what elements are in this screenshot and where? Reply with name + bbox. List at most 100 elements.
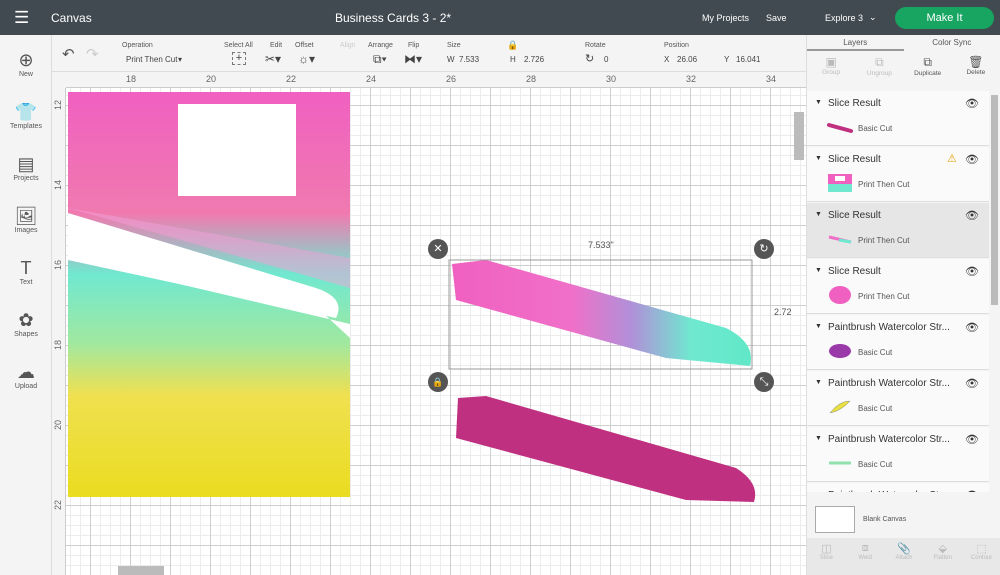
- layer-name: Slice Result: [828, 266, 881, 277]
- caret-down-icon[interactable]: ▼: [815, 435, 822, 442]
- align-label: Align: [340, 42, 356, 49]
- design-canvas[interactable]: 7.533" 2.72 ✕ ↻ 🔒 ⤡: [66, 88, 806, 575]
- layer-item[interactable]: ▼ Paintbrush Watercolor Str... 👁: [807, 483, 989, 492]
- horizontal-scrollbar[interactable]: [118, 566, 164, 575]
- layer-thumbnail: [827, 117, 853, 137]
- machine-select[interactable]: Explore 3: [825, 13, 863, 23]
- weld-button[interactable]: ⧈ Weld: [846, 538, 885, 575]
- width-dimension-label: 7.533": [588, 240, 614, 250]
- make-it-button[interactable]: Make It: [895, 7, 994, 29]
- layers-scrollbar[interactable]: [991, 95, 998, 305]
- vertical-scrollbar[interactable]: [794, 112, 804, 160]
- y-input[interactable]: 16.041: [736, 55, 760, 64]
- layer-name: Paintbrush Watercolor Str...: [828, 378, 950, 389]
- eye-icon[interactable]: 👁: [965, 377, 979, 390]
- dropdown-arrow-icon[interactable]: ▾: [178, 55, 182, 64]
- lock-handle-icon[interactable]: 🔒: [428, 372, 448, 392]
- magenta-stroke[interactable]: [456, 396, 756, 502]
- resize-handle-icon[interactable]: ⤡: [754, 372, 774, 392]
- height-dimension-label: 2.72: [774, 307, 792, 317]
- height-input[interactable]: 2.726: [524, 55, 544, 64]
- flatten-icon: ⬙: [938, 543, 948, 555]
- caret-down-icon[interactable]: ▼: [815, 155, 822, 162]
- rotate-label: Rotate: [585, 42, 606, 49]
- layer-item[interactable]: ▼ Slice Result 👁 Print Then Cut: [807, 259, 989, 314]
- select-all-icon[interactable]: +: [232, 52, 246, 65]
- layer-item[interactable]: ▼ Paintbrush Watercolor Str... 👁 Basic Cut: [807, 371, 989, 426]
- ungroup-button[interactable]: ⧉ Ungroup: [855, 51, 903, 88]
- hamburger-icon[interactable]: ☰: [14, 9, 29, 26]
- ruler-tick-label: 14: [53, 179, 64, 191]
- caret-down-icon[interactable]: ▼: [815, 491, 822, 492]
- rotate-input[interactable]: 0: [604, 55, 608, 64]
- width-input[interactable]: 7.533: [459, 55, 479, 64]
- eye-icon[interactable]: 👁: [965, 265, 979, 278]
- caret-down-icon[interactable]: ▼: [815, 323, 822, 330]
- operation-label: Operation: [122, 42, 153, 49]
- layer-name: Paintbrush Watercolor Str...: [828, 490, 950, 492]
- eye-icon[interactable]: 👁: [965, 97, 979, 110]
- layer-item[interactable]: ▼ Paintbrush Watercolor Str... 👁 Basic Cut: [807, 315, 989, 370]
- x-input[interactable]: 26.06: [677, 55, 697, 64]
- sidebar-item-new[interactable]: ⊕ New: [0, 49, 52, 78]
- duplicate-button[interactable]: ⧉ Duplicate: [904, 51, 952, 88]
- ruler-tick-label: 22: [53, 499, 64, 511]
- sidebar-item-images[interactable]: 🖼 Images: [0, 205, 52, 234]
- caret-down-icon[interactable]: ▼: [815, 99, 822, 106]
- layer-item[interactable]: ▼ Paintbrush Watercolor Str... 👁 Basic Cut: [807, 427, 989, 482]
- top-bar: ☰ Canvas Business Cards 3 - 2* My Projec…: [0, 0, 1000, 35]
- warning-icon[interactable]: ⚠: [947, 152, 957, 165]
- eye-icon[interactable]: 👁: [965, 153, 979, 166]
- selected-stroke[interactable]: [452, 260, 751, 366]
- sidebar-item-shapes[interactable]: ✿ Shapes: [0, 309, 52, 338]
- flatten-button[interactable]: ⬙ Flatten: [923, 538, 962, 575]
- tab-layers[interactable]: Layers: [807, 35, 904, 51]
- delete-button[interactable]: 🗑 Delete: [952, 51, 1000, 88]
- caret-down-icon[interactable]: ▼: [815, 379, 822, 386]
- eye-icon[interactable]: 👁: [965, 489, 979, 492]
- sidebar-item-text[interactable]: T Text: [0, 257, 52, 286]
- left-sidebar: ⊕ New 👕 Templates ▤ Projects 🖼 Images T Text …: [0, 35, 52, 575]
- offset-icon[interactable]: ☼▾: [298, 52, 315, 66]
- ruler-tick-label: 34: [766, 74, 777, 84]
- left-ruler: 12 14 16 18 20 22: [52, 88, 66, 575]
- layer-operation: Print Then Cut: [858, 180, 910, 189]
- caret-down-icon[interactable]: ▼: [815, 211, 822, 218]
- sidebar-item-templates[interactable]: 👕 Templates: [0, 101, 52, 130]
- chevron-down-icon[interactable]: ⌄: [869, 12, 877, 23]
- shirt-icon: 👕: [14, 102, 38, 122]
- save-link[interactable]: Save: [766, 13, 787, 23]
- sidebar-item-upload[interactable]: ☁ Upload: [0, 361, 52, 390]
- ruler-tick-label: 22: [286, 74, 297, 84]
- slice-button[interactable]: ◫ Slice: [807, 538, 846, 575]
- my-projects-link[interactable]: My Projects: [702, 13, 749, 23]
- cloud-upload-icon: ☁: [17, 362, 35, 382]
- attach-button[interactable]: 📎 Attach: [885, 538, 924, 575]
- close-icon[interactable]: ✕: [428, 239, 448, 259]
- eye-icon[interactable]: 👁: [965, 433, 979, 446]
- group-button[interactable]: ▣ Group: [807, 51, 855, 88]
- contour-button[interactable]: ⬚ Contour: [962, 538, 1000, 575]
- scissors-icon[interactable]: ✂▾: [265, 52, 281, 66]
- lock-icon[interactable]: 🔒: [507, 40, 518, 51]
- operation-select[interactable]: Print Then Cut: [126, 55, 177, 64]
- projects-icon: ▤: [17, 154, 35, 174]
- tab-color-sync[interactable]: Color Sync: [904, 35, 1000, 51]
- project-title: Business Cards 3 - 2*: [335, 11, 452, 25]
- sidebar-item-projects[interactable]: ▤ Projects: [0, 153, 52, 182]
- eye-icon[interactable]: 👁: [965, 209, 979, 222]
- rotate-handle-icon[interactable]: ↻: [754, 239, 774, 259]
- y-label: Y: [724, 55, 730, 64]
- arrange-icon[interactable]: ⧉▾: [373, 52, 387, 67]
- layer-item[interactable]: ▼ Slice Result ⚠ 👁 Print Then Cut: [807, 147, 989, 202]
- eye-icon[interactable]: 👁: [965, 321, 979, 334]
- layer-operation: Basic Cut: [858, 404, 893, 413]
- caret-down-icon[interactable]: ▼: [815, 267, 822, 274]
- flip-icon[interactable]: ⧓▾: [404, 52, 422, 66]
- layer-item[interactable]: ▼ Slice Result 👁 Basic Cut: [807, 91, 989, 146]
- shapes-icon: ✿: [18, 310, 34, 330]
- layer-item[interactable]: ▼ Slice Result 👁 Print Then Cut: [807, 203, 989, 258]
- undo-icon[interactable]: ↶: [62, 45, 75, 63]
- blank-canvas-swatch[interactable]: [815, 506, 855, 533]
- redo-icon[interactable]: ↷: [86, 45, 99, 63]
